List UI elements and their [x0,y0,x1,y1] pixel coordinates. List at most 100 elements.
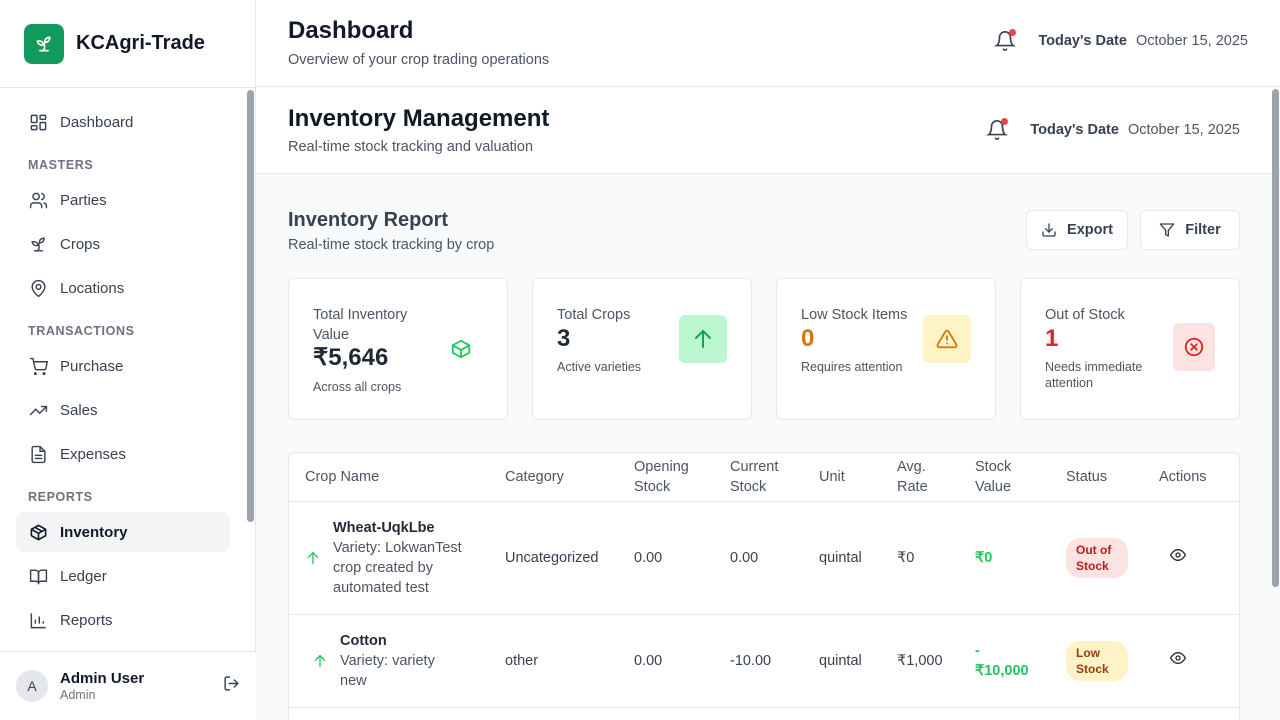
sidebar-item-label: Locations [60,279,125,297]
sprout-logo-icon [24,23,64,64]
arrow-up-icon [679,315,727,363]
sidebar-item-inventory[interactable]: Inventory [16,512,230,552]
map-pin-icon [28,278,48,298]
column-header[interactable]: Stock Value [967,453,1058,502]
card-out-of-stock: Out of Stock 1 Needs immediate attention [1020,278,1240,420]
page-title: Dashboard [288,17,414,44]
export-label: Export [1067,222,1113,238]
cart-icon [28,356,48,376]
card-note: Across all crops [313,380,402,394]
report-subtitle: Real-time stock tracking by crop [288,237,495,253]
opening-stock-cell: 0.00 [626,501,722,615]
card-total-inventory-value: Total Inventory Value ₹5,646 Across all … [288,278,508,420]
table-row[interactable]: Cotton Variety: variety new other 0.00 -… [289,614,1239,708]
column-header[interactable]: Crop Name [289,453,497,502]
card-note: Requires attention [801,360,903,374]
stock-value: ₹10,000 [975,662,1029,679]
sidebar-item-reports[interactable]: Reports [16,600,230,640]
column-header[interactable]: Actions [1151,453,1239,502]
top-header: Dashboard Overview of your crop trading … [256,0,1280,87]
unit-cell: quintal [811,501,889,615]
column-header[interactable]: Unit [811,453,889,502]
sidebar-item-label: Reports [60,611,113,629]
sidebar-scrollbar[interactable] [247,90,254,522]
current-stock-cell: -10.00 [722,614,811,708]
bell-icon[interactable] [986,118,1009,141]
date-label: Today's Date [1038,33,1127,49]
filter-button[interactable]: Filter [1140,210,1240,250]
sidebar-item-label: Purchase [60,357,124,375]
sidebar-item-ledger[interactable]: Ledger [16,556,230,596]
sidebar-item-parties[interactable]: Parties [16,180,230,220]
eye-icon[interactable] [1169,548,1187,567]
card-low-stock: Low Stock Items 0 Requires attention [776,278,996,420]
trending-up-icon [28,400,48,420]
arrow-up-icon [305,653,329,669]
crop-variety: Variety: LokwanTest crop created by auto… [333,539,462,596]
file-text-icon [28,444,48,464]
main-scrollbar[interactable] [1272,89,1279,587]
card-note: Active varieties [557,360,642,374]
column-header[interactable]: Category [497,453,626,502]
section-reports: REPORTS [28,490,93,504]
card-total-crops: Total Crops 3 Active varieties [532,278,752,420]
column-header[interactable]: Current Stock [722,453,811,502]
grid-icon [28,112,48,132]
date-label: Today's Date [1030,122,1119,138]
sidebar-item-purchase[interactable]: Purchase [16,346,230,386]
card-value: 0 [801,325,815,352]
main-content: Inventory Management Real-time stock tra… [256,87,1280,720]
category-cell: other [497,614,626,708]
package-icon [28,522,48,542]
sidebar-item-locations[interactable]: Locations [16,268,230,308]
export-button[interactable]: Export [1026,210,1128,250]
unit-cell: quintal [811,614,889,708]
date-value: October 15, 2025 [1135,33,1248,49]
sprout-icon [28,234,48,254]
card-title: Low Stock Items [801,307,908,323]
table-row[interactable]: Wheat-UqkLbe Variety: LokwanTest crop cr… [289,501,1239,615]
sidebar-item-crops[interactable]: Crops [16,224,230,264]
stock-value: ₹0 [975,549,993,566]
inventory-title: Inventory Management [288,105,550,132]
sidebar-nav: Dashboard MASTERS Parties Crops Location… [0,88,246,651]
card-title: Total Crops [557,307,631,323]
section-transactions: TRANSACTIONS [28,324,135,338]
card-title: Total Inventory Value [313,307,408,343]
crop-name: Cotton [340,632,387,649]
column-header[interactable]: Status [1058,453,1151,502]
sidebar-item-label: Ledger [60,567,107,585]
crop-variety: Variety: variety new [340,652,435,689]
sidebar-item-label: Expenses [60,445,126,463]
sidebar: KCAgri-Trade Dashboard MASTERS Parties C… [0,0,256,720]
crop-name: Wheat-UqkLbe [333,519,435,536]
status-badge: Out of Stock [1066,537,1128,578]
brand[interactable]: KCAgri-Trade [0,0,255,88]
inventory-subtitle: Real-time stock tracking and valuation [288,139,534,155]
column-header[interactable]: Opening Stock [626,453,722,502]
avg-rate-cell: ₹1,000 [889,614,967,708]
bell-icon[interactable] [994,29,1017,52]
table-header-row: Crop Name Category Opening Stock Current… [289,453,1239,502]
page-subtitle: Overview of your crop trading operations [288,52,550,68]
section-masters: MASTERS [28,158,94,172]
sidebar-item-label: Sales [60,401,98,419]
report-title: Inventory Report [288,209,449,231]
avatar[interactable]: A [16,670,48,702]
sidebar-item-dashboard[interactable]: Dashboard [16,102,230,142]
download-icon [1042,223,1056,237]
status-badge: Low Stock [1066,640,1128,681]
logout-icon[interactable] [223,675,240,697]
arrow-up-icon [305,550,329,566]
sidebar-item-expenses[interactable]: Expenses [16,434,230,474]
sidebar-item-label: Inventory [60,523,128,541]
sidebar-item-sales[interactable]: Sales [16,390,230,430]
sidebar-item-label: Dashboard [60,113,134,131]
inventory-header: Inventory Management Real-time stock tra… [256,87,1280,174]
eye-icon[interactable] [1169,651,1187,670]
card-value: 1 [1045,325,1059,352]
user-role: Admin [60,688,96,702]
column-header[interactable]: Avg. Rate [889,453,967,502]
users-icon [28,190,48,210]
avg-rate-cell: ₹0 [889,501,967,615]
